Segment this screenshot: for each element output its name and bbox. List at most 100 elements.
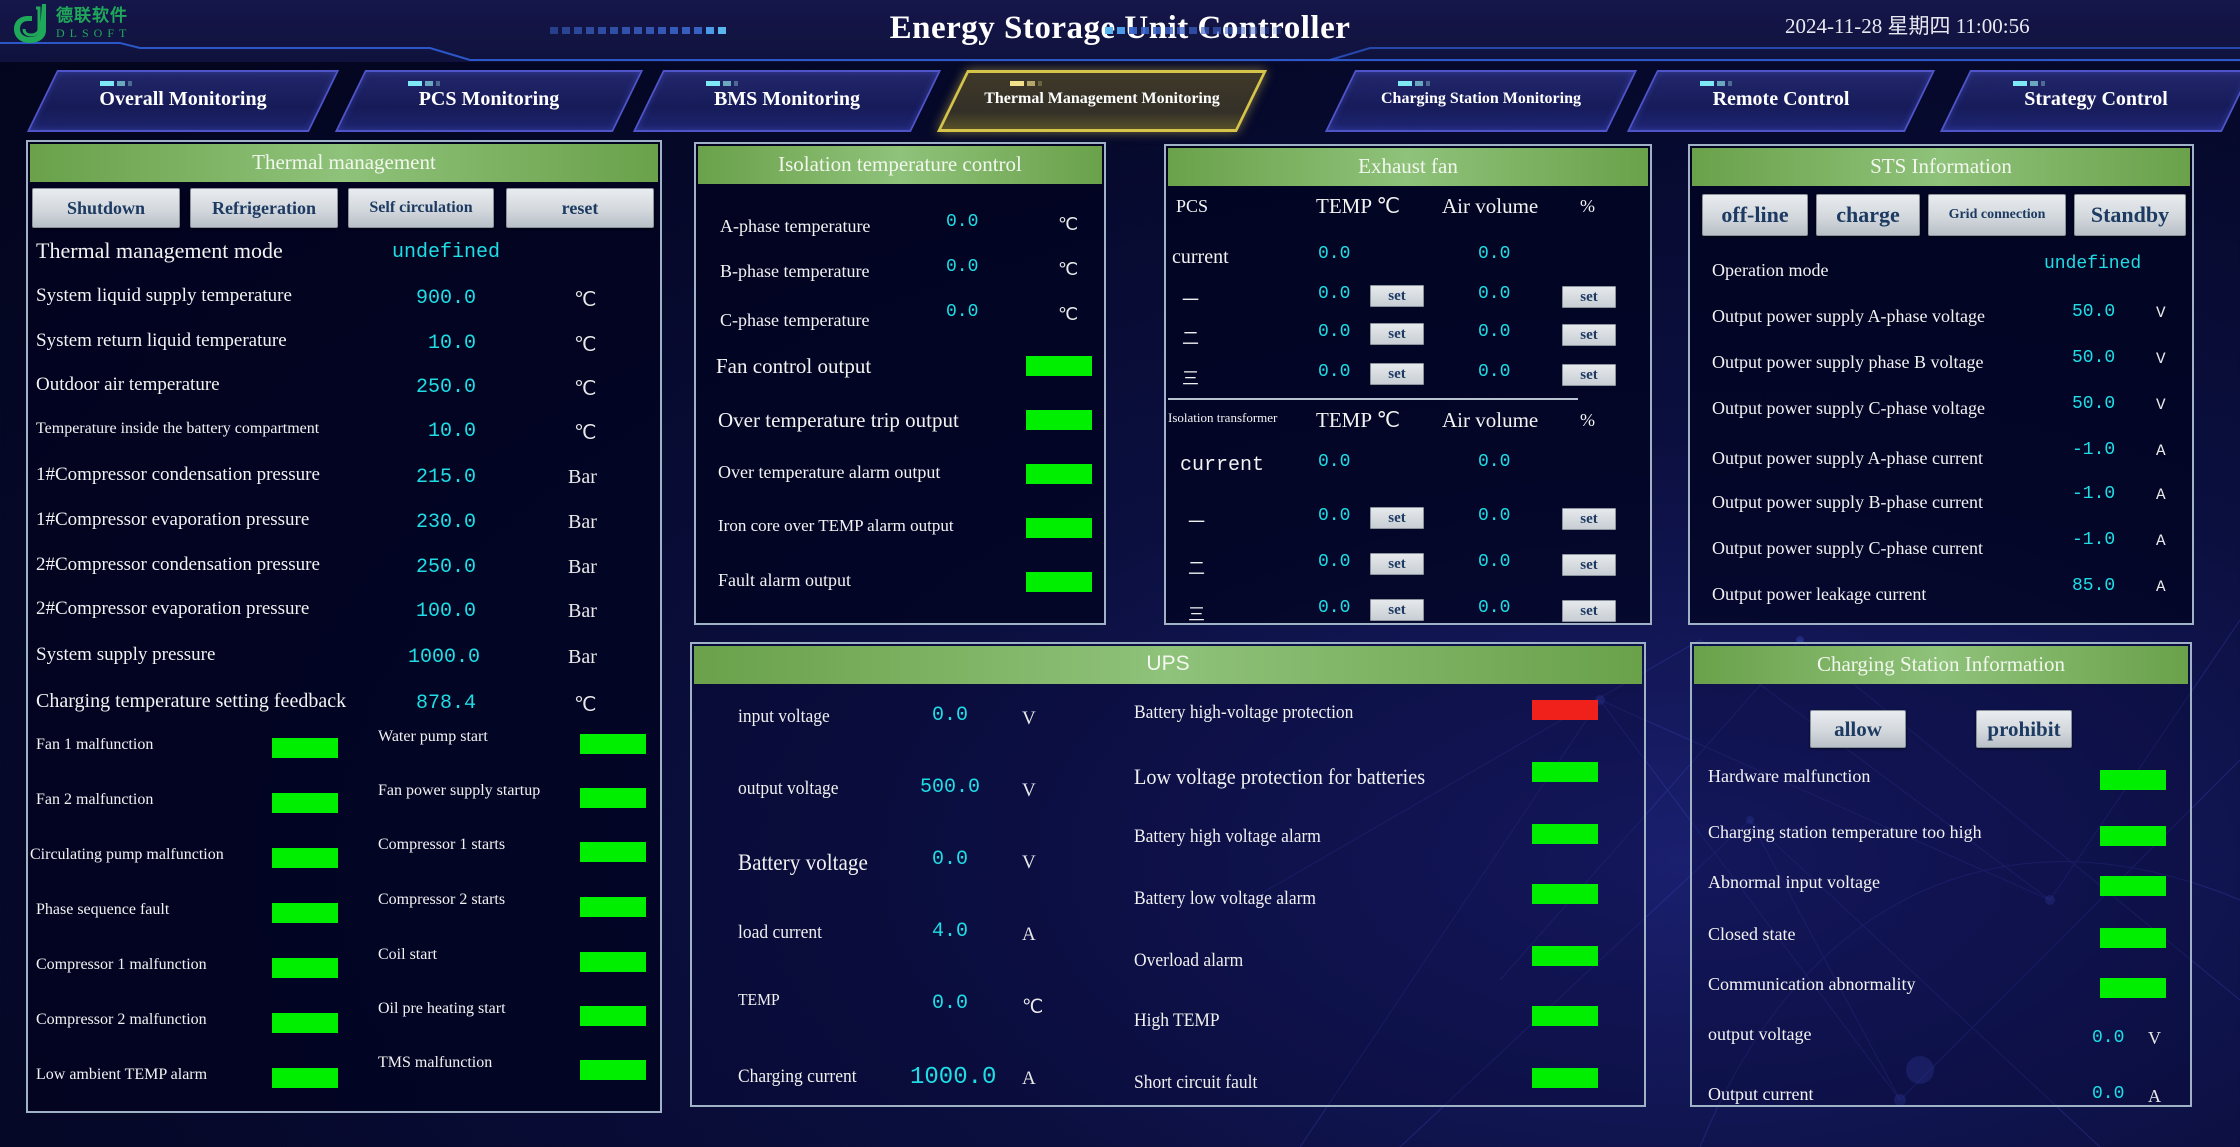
exhaust-panel-title: Exhaust fan bbox=[1168, 148, 1648, 186]
sts-reading-label: Output power supply B-phase current bbox=[1712, 492, 1983, 512]
tab-bms-monitoring[interactable]: BMS Monitoring bbox=[632, 70, 942, 132]
temp-unit: ℃ bbox=[1058, 259, 1079, 279]
current-air-value: 0.0 bbox=[1478, 452, 1511, 472]
charging-status-label: Hardware malfunction bbox=[1708, 766, 1871, 786]
tab-pcs-monitoring[interactable]: PCS Monitoring bbox=[334, 70, 644, 132]
sts-reading-value: 50.0 bbox=[2072, 394, 2116, 414]
tab-remote-control[interactable]: Remote Control bbox=[1626, 70, 1936, 132]
status-indicator bbox=[580, 897, 646, 917]
set-air-volume-button[interactable]: set bbox=[1562, 286, 1616, 308]
reading-label: System supply pressure bbox=[36, 644, 216, 665]
sts-operation-mode-label: Operation mode bbox=[1712, 260, 1829, 280]
ups-value: 4.0 bbox=[932, 920, 969, 943]
level-air-value: 0.0 bbox=[1478, 552, 1511, 572]
prohibit-button[interactable]: prohibit bbox=[1976, 710, 2072, 748]
output-indicator bbox=[1026, 518, 1092, 538]
ups-alarm-label: Battery high voltage alarm bbox=[1134, 826, 1321, 847]
ups-value-unit: ℃ bbox=[1022, 997, 1044, 1018]
exhaust-divider bbox=[1168, 398, 1578, 400]
set-temp-button[interactable]: set bbox=[1370, 323, 1424, 345]
sts-reading-label: Output power leakage current bbox=[1712, 584, 1927, 604]
status-indicator bbox=[272, 903, 338, 923]
level-temp-value: 0.0 bbox=[1318, 598, 1351, 618]
level-air-value: 0.0 bbox=[1478, 506, 1511, 526]
thermal-reading-row: System supply pressure 1000.0 Bar bbox=[28, 644, 658, 674]
main-navigation-tabs: Overall Monitoring PCS Monitoring BMS Mo… bbox=[0, 64, 2240, 136]
output-label: Fan control output bbox=[716, 354, 872, 378]
ups-alarm-label: Overload alarm bbox=[1134, 950, 1244, 971]
reset-button[interactable]: reset bbox=[506, 188, 654, 228]
sts-reading-value: -1.0 bbox=[2072, 484, 2116, 504]
set-temp-button[interactable]: set bbox=[1370, 285, 1424, 307]
tab-charging-station-monitoring[interactable]: Charging Station Monitoring bbox=[1324, 70, 1638, 132]
thermal-reading-row: 2#Compressor evaporation pressure 100.0 Ba… bbox=[28, 598, 658, 628]
refrigeration-button[interactable]: Refrigeration bbox=[190, 188, 338, 228]
output-indicator bbox=[1026, 464, 1092, 484]
reading-label: Temperature inside the battery compartme… bbox=[36, 420, 320, 437]
isolation-panel-title: Isolation temperature control bbox=[698, 146, 1102, 184]
ups-alarm-label: Battery high-voltage protection bbox=[1134, 702, 1354, 723]
charging-status-label: Charging station temperature too high bbox=[1708, 822, 1982, 842]
tab-overall-monitoring[interactable]: Overall Monitoring bbox=[26, 70, 340, 132]
self-circulation-button[interactable]: Self circulation bbox=[348, 188, 494, 228]
standby-button[interactable]: Standby bbox=[2074, 194, 2186, 236]
set-air-volume-button[interactable]: set bbox=[1562, 324, 1616, 346]
thermal-reading-row: System return liquid temperature 10.0 ℃ bbox=[28, 330, 658, 360]
reading-value: 878.4 bbox=[416, 692, 477, 715]
temp-column-header: TEMP ℃ bbox=[1316, 194, 1401, 218]
set-temp-button[interactable]: set bbox=[1370, 363, 1424, 385]
set-temp-button[interactable]: set bbox=[1370, 553, 1424, 575]
sts-reading-unit: V bbox=[2156, 304, 2166, 322]
set-air-volume-button[interactable]: set bbox=[1562, 600, 1616, 622]
reading-unit: Bar bbox=[568, 600, 597, 622]
ups-value-label: load current bbox=[738, 922, 822, 943]
level-label: 二 bbox=[1182, 329, 1199, 349]
status-indicator bbox=[580, 842, 646, 862]
tab-strategy-control[interactable]: Strategy Control bbox=[1939, 70, 2240, 132]
charge-button[interactable]: charge bbox=[1816, 194, 1920, 236]
reading-unit: Bar bbox=[568, 511, 597, 533]
title-decoration-dots-right bbox=[1105, 27, 1281, 34]
set-air-volume-button[interactable]: set bbox=[1562, 508, 1616, 530]
thermal-reading-row: Outdoor air temperature 250.0 ℃ bbox=[28, 374, 658, 404]
grid-connection-button[interactable]: Grid connection bbox=[1928, 194, 2066, 236]
status-indicator bbox=[580, 952, 646, 972]
status-label: Compressor 2 starts bbox=[378, 891, 506, 908]
set-temp-button[interactable]: set bbox=[1370, 507, 1424, 529]
status-label: Fan 2 malfunction bbox=[36, 791, 154, 808]
status-indicator bbox=[272, 738, 338, 758]
ups-alarm-indicator bbox=[1532, 700, 1598, 720]
charging-value: 0.0 bbox=[2092, 1028, 2125, 1048]
tab-label: Charging Station Monitoring bbox=[1380, 90, 1581, 107]
ups-alarm-indicator bbox=[1532, 946, 1598, 966]
set-air-volume-button[interactable]: set bbox=[1562, 364, 1616, 386]
sts-information-panel: STS Information off-line charge Grid con… bbox=[1688, 144, 2194, 625]
reading-label: 2#Compressor evaporation pressure bbox=[36, 598, 310, 619]
temp-column-header: TEMP ℃ bbox=[1316, 408, 1401, 432]
level-label: 三 bbox=[1188, 605, 1205, 625]
reading-unit: Bar bbox=[568, 646, 597, 668]
ups-alarm-indicator bbox=[1532, 1006, 1598, 1026]
temp-label: B-phase temperature bbox=[720, 261, 870, 281]
ups-value: 0.0 bbox=[932, 848, 969, 871]
sts-panel-title: STS Information bbox=[1692, 148, 2190, 186]
status-label: Circulating pump malfunction bbox=[30, 846, 224, 863]
allow-button[interactable]: allow bbox=[1810, 710, 1906, 748]
off-line-button[interactable]: off-line bbox=[1702, 194, 1808, 236]
temp-unit: ℃ bbox=[1058, 214, 1079, 234]
ups-value-label: Battery voltage bbox=[738, 850, 868, 875]
header-bar: 德联软件 DLSOFT Energy Storage Unit Controll… bbox=[0, 0, 2240, 62]
ups-value-unit: A bbox=[1022, 924, 1036, 945]
set-temp-button[interactable]: set bbox=[1370, 599, 1424, 621]
set-air-volume-button[interactable]: set bbox=[1562, 554, 1616, 576]
thermal-mode-value: undefined bbox=[392, 241, 501, 264]
output-indicator bbox=[1026, 410, 1092, 430]
charging-value-unit: V bbox=[2148, 1028, 2161, 1048]
level-temp-value: 0.0 bbox=[1318, 552, 1351, 572]
output-label: Fault alarm output bbox=[718, 570, 851, 590]
level-temp-value: 0.0 bbox=[1318, 506, 1351, 526]
status-label: Fan power supply startup bbox=[378, 782, 541, 799]
tab-thermal-management-monitoring[interactable]: Thermal Management Monitoring bbox=[936, 70, 1268, 132]
shutdown-button[interactable]: Shutdown bbox=[32, 188, 180, 228]
temp-value: 0.0 bbox=[946, 212, 979, 232]
